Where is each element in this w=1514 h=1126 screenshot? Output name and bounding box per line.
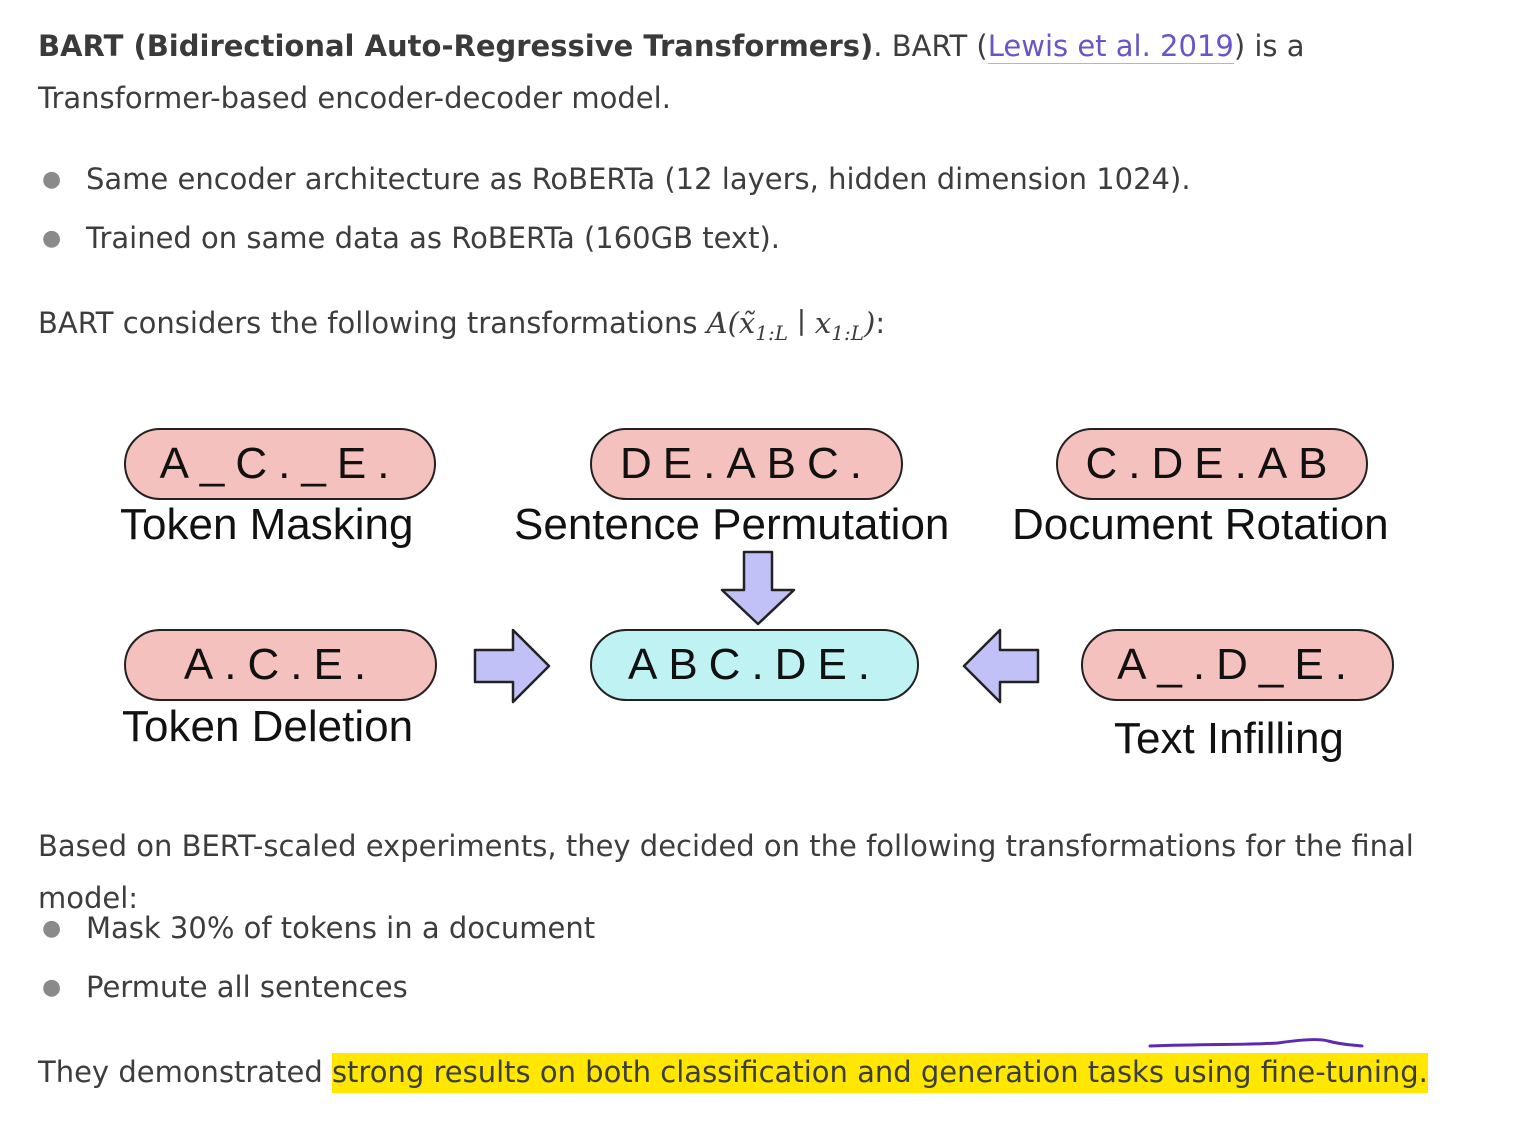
transformations-text: BART considers the following transformat… bbox=[38, 306, 707, 340]
list-item: ● Permute all sentences bbox=[38, 958, 595, 1017]
right-arrow-icon bbox=[473, 628, 551, 704]
transformations-paragraph: BART considers the following transformat… bbox=[38, 297, 1488, 359]
left-arrow-icon bbox=[962, 628, 1040, 704]
sentence-permutation-sequence: DE.ABC. bbox=[590, 428, 903, 500]
intro-paragraph: BART (Bidirectional Auto-Regressive Tran… bbox=[38, 20, 1488, 124]
citation-link[interactable]: Lewis et al. 2019 bbox=[987, 29, 1234, 64]
token-masking-caption: Token Masking bbox=[120, 500, 414, 549]
final-transformations-list: ● Mask 30% of tokens in a document ● Permu… bbox=[38, 899, 595, 1017]
closing-paragraph: They demonstrated strong results on both… bbox=[38, 1046, 1488, 1098]
bullet-icon: ● bbox=[42, 167, 62, 192]
down-arrow-icon bbox=[720, 550, 796, 626]
list-item: ● Mask 30% of tokens in a document bbox=[38, 899, 595, 958]
architecture-bullet-list: ● Same encoder architecture as RoBERTa (1… bbox=[38, 150, 1191, 268]
token-deletion-caption: Token Deletion bbox=[122, 702, 414, 751]
highlighted-text: strong results on both classification an… bbox=[331, 1053, 1428, 1093]
transformation-formula: A(x̃1:L ∣ x1:L) bbox=[706, 306, 876, 345]
intro-text-start: . BART ( bbox=[873, 29, 988, 63]
bart-title: BART (Bidirectional Auto-Regressive Tran… bbox=[38, 29, 874, 63]
list-item-text: Mask 30% of tokens in a document bbox=[86, 911, 596, 945]
original-sequence: ABC.DE. bbox=[590, 629, 919, 701]
list-item-text: Same encoder architecture as RoBERTa (12… bbox=[86, 162, 1191, 196]
sentence-permutation-caption: Sentence Permutation bbox=[514, 500, 950, 549]
formula-trailing: : bbox=[875, 306, 886, 340]
formula-subscript: 1:L bbox=[831, 320, 865, 345]
formula-main: A(x̃ bbox=[706, 306, 756, 340]
bullet-icon: ● bbox=[42, 226, 62, 251]
formula-middle: ∣ x bbox=[788, 306, 832, 340]
list-item-text: Trained on same data as RoBERTa (160GB t… bbox=[86, 221, 780, 255]
formula-subscript: 1:L bbox=[755, 320, 789, 345]
document-rotation-sequence: C.DE.AB bbox=[1056, 428, 1368, 500]
text-infilling-sequence: A_.D_E. bbox=[1081, 629, 1394, 701]
bullet-icon: ● bbox=[42, 916, 62, 941]
list-item: ● Trained on same data as RoBERTa (160GB … bbox=[38, 209, 1191, 268]
token-masking-sequence: A_C._E. bbox=[124, 428, 436, 500]
token-deletion-sequence: A.C.E. bbox=[124, 629, 437, 701]
list-item-text: Permute all sentences bbox=[86, 970, 408, 1004]
text-infilling-caption: Text Infilling bbox=[1114, 714, 1344, 763]
bart-transformations-diagram: A_C._E. Token Masking DE.ABC. Sentence P… bbox=[100, 412, 1440, 782]
document-rotation-caption: Document Rotation bbox=[1012, 500, 1389, 549]
closing-text: They demonstrated bbox=[38, 1055, 332, 1089]
bullet-icon: ● bbox=[42, 975, 62, 1000]
list-item: ● Same encoder architecture as RoBERTa (1… bbox=[38, 150, 1191, 209]
formula-end: ) bbox=[864, 306, 876, 340]
